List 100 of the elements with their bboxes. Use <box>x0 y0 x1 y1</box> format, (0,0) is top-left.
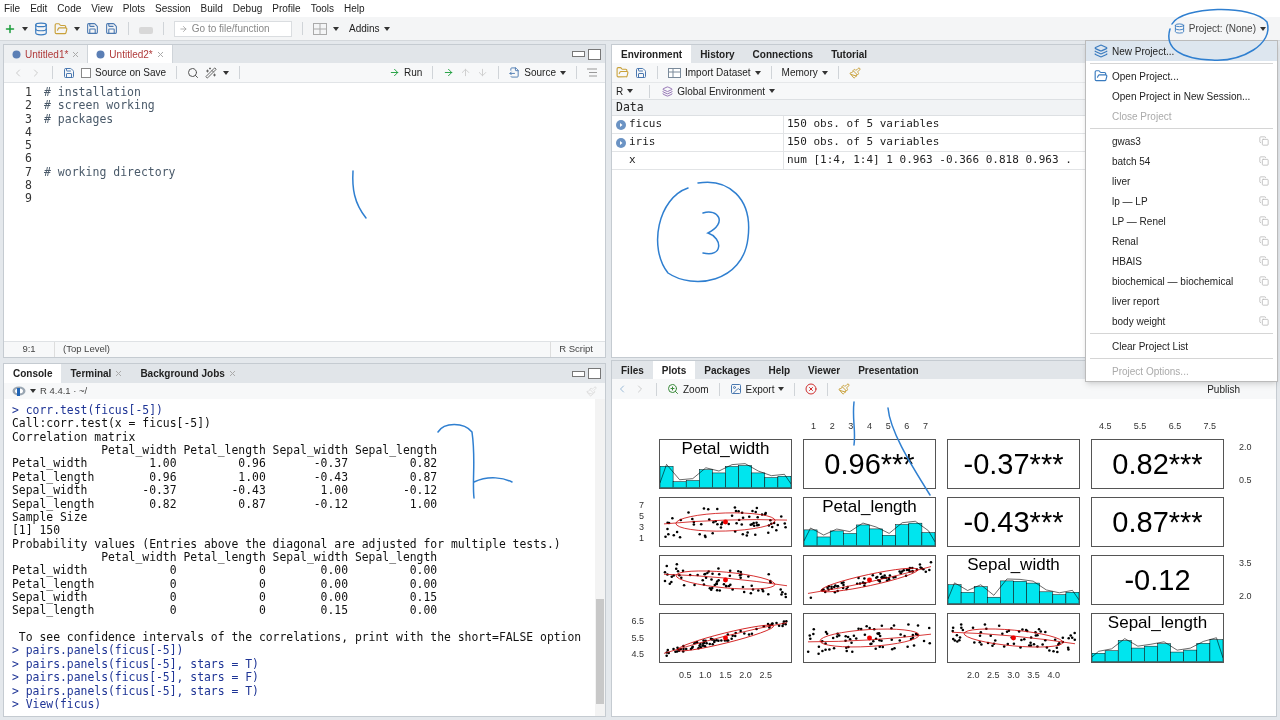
environment-selector[interactable]: Global Environment <box>662 83 776 99</box>
menu-item[interactable]: lp — LP <box>1086 191 1277 211</box>
menu-bar-item[interactable]: Plots <box>122 1 145 16</box>
new-window-icon[interactable] <box>1259 256 1269 266</box>
editor-tab[interactable]: Untitled2* <box>88 45 173 63</box>
menu-bar-item[interactable]: Session <box>155 1 191 16</box>
new-window-icon[interactable] <box>1259 156 1269 166</box>
pane-tab[interactable]: Viewer <box>799 361 850 379</box>
addins-button[interactable]: Addins <box>349 21 390 36</box>
language-selector[interactable]: R <box>616 83 638 99</box>
menu-item-label: body weight <box>1112 314 1166 329</box>
close-icon[interactable] <box>156 50 164 58</box>
line-number: 7 <box>24 165 33 180</box>
menu-item[interactable]: LP — Renel <box>1086 211 1277 231</box>
new-window-icon[interactable] <box>1259 136 1269 146</box>
menu-item[interactable]: batch 54 <box>1086 151 1277 171</box>
menu-bar-item[interactable]: Build <box>200 1 223 16</box>
pane-tab[interactable]: Background Jobs <box>131 364 245 383</box>
output-text: Petal_width Petal_length Sepal_width Sepal_length <box>100 550 439 565</box>
pane-tab[interactable]: Plots <box>652 361 696 379</box>
save-icon[interactable] <box>86 22 99 35</box>
menu-item-label: Clear Project List <box>1112 339 1189 354</box>
expand-icon[interactable] <box>616 137 626 148</box>
pane-tab[interactable]: Terminal <box>61 364 132 383</box>
publish-button[interactable]: Publish <box>1207 381 1240 397</box>
new-window-icon[interactable] <box>1259 296 1269 306</box>
pane-tab[interactable]: Connections <box>743 45 823 63</box>
scrollbar[interactable] <box>595 399 605 716</box>
close-icon[interactable] <box>115 370 123 377</box>
open-icon[interactable] <box>616 66 629 79</box>
file-type-selector[interactable]: R Script <box>550 342 605 357</box>
open-file-icon[interactable] <box>54 21 68 36</box>
menu-item[interactable]: New Project... <box>1086 41 1277 61</box>
menu-item[interactable]: Renal <box>1086 231 1277 251</box>
menu-item[interactable]: gwas3 <box>1086 131 1277 151</box>
menu-bar-item[interactable]: Profile <box>272 1 301 16</box>
project-button[interactable]: Project: (None) <box>1173 21 1266 36</box>
variable-label: Sepal_length <box>1106 614 1209 632</box>
menu-bar-item[interactable]: File <box>4 1 21 16</box>
editor-tab[interactable]: Untitled1* <box>4 45 89 63</box>
clear-console-icon[interactable] <box>586 385 597 397</box>
maximize-icon[interactable] <box>588 368 601 379</box>
scope-selector[interactable]: (Top Level) <box>54 342 110 357</box>
menu-item[interactable]: liver <box>1086 171 1277 191</box>
menu-item[interactable]: Clear Project List <box>1086 336 1277 356</box>
new-window-icon[interactable] <box>1259 176 1269 186</box>
menu-item[interactable]: Open Project... <box>1086 66 1277 86</box>
expand-icon[interactable] <box>616 119 626 130</box>
menu-bar-item[interactable]: Debug <box>232 1 263 16</box>
menu-bar-item[interactable]: Tools <box>310 1 334 16</box>
pane-tab[interactable]: Packages <box>695 361 760 379</box>
pane-tab[interactable]: Console <box>4 364 62 383</box>
grid-icon[interactable] <box>313 22 327 35</box>
pane-tab[interactable]: Tutorial <box>822 45 877 63</box>
menu-item[interactable]: biochemical — biochemical <box>1086 271 1277 291</box>
up-icon[interactable] <box>460 67 472 78</box>
run-button[interactable]: Run <box>388 65 423 80</box>
pane-tab[interactable]: History <box>691 45 744 63</box>
broom-icon[interactable] <box>838 383 851 395</box>
down-icon[interactable] <box>477 67 489 78</box>
pane-tab[interactable]: Presentation <box>849 361 928 379</box>
broom-icon[interactable] <box>848 66 861 79</box>
memory-button[interactable]: Memory <box>781 65 828 80</box>
new-window-icon[interactable] <box>1259 276 1269 286</box>
rerun-icon[interactable] <box>443 67 455 78</box>
new-window-icon[interactable] <box>1259 236 1269 246</box>
close-icon[interactable] <box>228 370 236 377</box>
new-window-icon[interactable] <box>1259 216 1269 226</box>
new-file-icon[interactable] <box>4 22 16 35</box>
close-icon[interactable] <box>72 50 80 58</box>
maximize-icon[interactable] <box>588 48 601 60</box>
source-button[interactable]: Source <box>509 65 566 80</box>
pane-tab[interactable]: Help <box>759 361 800 379</box>
export-button[interactable]: Export <box>729 381 785 397</box>
menu-bar-item[interactable]: Help <box>344 1 365 16</box>
pane-tab[interactable]: Files <box>612 361 653 379</box>
menu-item[interactable]: body weight <box>1086 311 1277 331</box>
output-text: [1] 150 <box>12 524 61 538</box>
magic-wand-icon[interactable] <box>205 66 218 79</box>
pane-tab[interactable]: Environment <box>612 45 692 63</box>
save-all-icon[interactable] <box>105 22 118 35</box>
menu-bar-item[interactable]: Code <box>57 1 82 16</box>
menu-item[interactable]: liver report <box>1086 291 1277 311</box>
menu-item[interactable]: HBAIS <box>1086 251 1277 271</box>
menu-bar-item[interactable]: Edit <box>30 1 48 16</box>
remove-plot-icon[interactable] <box>805 383 818 395</box>
new-window-icon[interactable] <box>1259 316 1269 326</box>
source-on-save-checkbox[interactable]: Source on Save <box>81 65 167 80</box>
minimize-icon[interactable] <box>572 370 585 377</box>
outline-icon[interactable] <box>587 68 597 77</box>
save-icon[interactable] <box>63 66 75 79</box>
search-icon[interactable] <box>187 66 200 79</box>
menu-bar-item[interactable]: View <box>91 1 113 16</box>
go-to-file-field[interactable]: Go to file/function <box>174 20 292 37</box>
new-window-icon[interactable] <box>1259 196 1269 206</box>
import-dataset-button[interactable]: Import Dataset <box>668 65 761 80</box>
menu-item-label: Project Options... <box>1112 364 1189 379</box>
save-icon[interactable] <box>635 66 647 79</box>
zoom-button[interactable]: Zoom <box>667 381 709 397</box>
minimize-icon[interactable] <box>572 51 585 57</box>
